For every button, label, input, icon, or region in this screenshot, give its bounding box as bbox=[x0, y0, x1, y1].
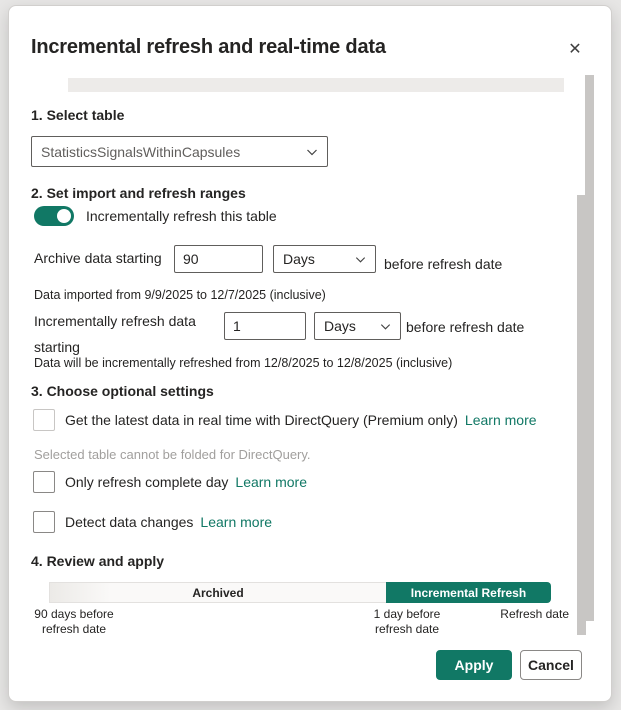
toggle-knob bbox=[57, 209, 71, 223]
tick-1-day-before: 1 day before refresh date bbox=[368, 607, 446, 637]
option-row-detect-changes: Detect data changes Learn more bbox=[33, 511, 272, 533]
chevron-down-icon bbox=[305, 145, 319, 159]
apply-button[interactable]: Apply bbox=[436, 650, 512, 680]
clipped-scrolled-content-strip bbox=[68, 78, 564, 92]
archive-unit-select[interactable]: Days bbox=[273, 245, 376, 273]
chevron-down-icon bbox=[379, 320, 392, 333]
incremental-unit-select[interactable]: Days bbox=[314, 312, 401, 340]
archived-segment: Archived bbox=[49, 582, 386, 603]
option-row-directquery: Get the latest data in real time with Di… bbox=[33, 409, 537, 431]
archive-row-suffix: before refresh date bbox=[384, 256, 502, 272]
archive-unit-value: Days bbox=[283, 251, 315, 267]
tick-refresh-date: Refresh date bbox=[489, 607, 569, 622]
complete-day-label: Only refresh complete day bbox=[65, 474, 228, 490]
incremental-unit-value: Days bbox=[324, 318, 356, 334]
table-select-value: StatisticsSignalsWithinCapsules bbox=[41, 144, 240, 160]
directquery-checkbox[interactable] bbox=[33, 409, 55, 431]
toggle-label: Incrementally refresh this table bbox=[86, 208, 277, 224]
refresh-range-bar: Archived Incremental Refresh bbox=[49, 582, 551, 603]
incremental-refresh-segment: Incremental Refresh bbox=[386, 582, 551, 603]
directquery-disabled-note: Selected table cannot be folded for Dire… bbox=[34, 447, 311, 462]
dialog-scrollbar-thumb[interactable] bbox=[585, 75, 594, 621]
section-heading-ranges: 2. Set import and refresh ranges bbox=[31, 185, 246, 201]
import-range-note: Data imported from 9/9/2025 to 12/7/2025… bbox=[34, 288, 326, 302]
incremental-row-suffix: before refresh date bbox=[406, 316, 551, 339]
dialog-title: Incremental refresh and real-time data bbox=[31, 36, 386, 59]
tick-90-days-before: 90 days before refresh date bbox=[31, 607, 117, 637]
complete-day-checkbox[interactable] bbox=[33, 471, 55, 493]
close-icon: ✕ bbox=[568, 39, 581, 59]
cancel-button[interactable]: Cancel bbox=[520, 650, 582, 680]
detect-changes-checkbox[interactable] bbox=[33, 511, 55, 533]
section-heading-select-table: 1. Select table bbox=[31, 107, 124, 123]
content-scrollbar-thumb[interactable] bbox=[577, 195, 586, 635]
incremental-refresh-dialog: Incremental refresh and real-time data ✕… bbox=[8, 5, 612, 702]
incremental-row-label: Incrementally refresh data starting bbox=[34, 308, 219, 360]
incremental-refresh-toggle[interactable] bbox=[34, 206, 74, 226]
section-heading-optional: 3. Choose optional settings bbox=[31, 383, 214, 399]
detect-changes-label: Detect data changes bbox=[65, 514, 193, 530]
section-heading-review: 4. Review and apply bbox=[31, 553, 164, 569]
incremental-refresh-toggle-row: Incrementally refresh this table bbox=[34, 206, 277, 226]
chevron-down-icon bbox=[354, 253, 367, 266]
archived-segment-label: Archived bbox=[192, 586, 243, 600]
directquery-label: Get the latest data in real time with Di… bbox=[65, 412, 458, 428]
incremental-period-input[interactable] bbox=[224, 312, 306, 340]
close-button[interactable]: ✕ bbox=[561, 35, 589, 63]
option-row-complete-day: Only refresh complete day Learn more bbox=[33, 471, 307, 493]
incremental-segment-label: Incremental Refresh bbox=[411, 586, 526, 600]
archive-row-label: Archive data starting bbox=[34, 250, 162, 266]
archive-period-input[interactable] bbox=[174, 245, 263, 273]
refresh-range-note: Data will be incrementally refreshed fro… bbox=[34, 356, 452, 370]
table-select-dropdown[interactable]: StatisticsSignalsWithinCapsules bbox=[31, 136, 328, 167]
detect-changes-learn-more-link[interactable]: Learn more bbox=[200, 514, 272, 530]
directquery-learn-more-link[interactable]: Learn more bbox=[465, 412, 537, 428]
complete-day-learn-more-link[interactable]: Learn more bbox=[235, 474, 307, 490]
